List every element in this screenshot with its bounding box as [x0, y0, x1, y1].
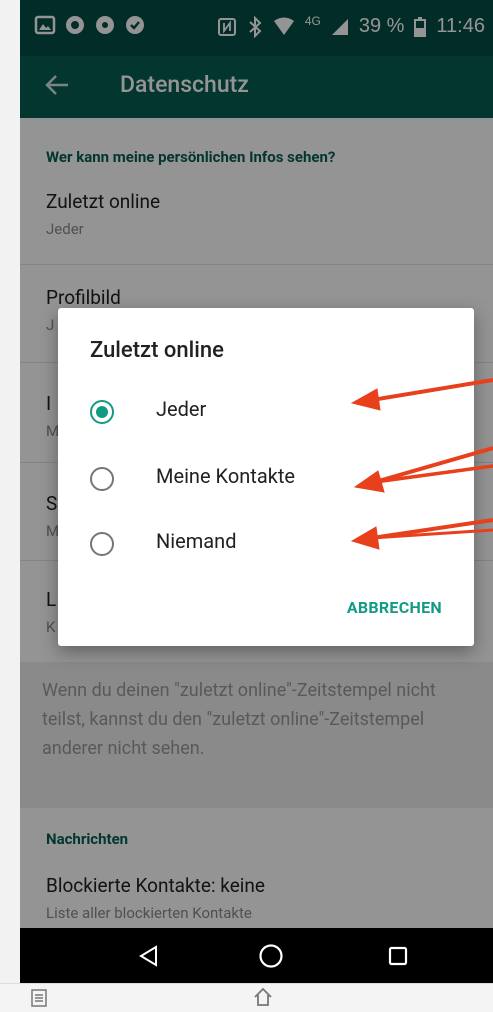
home-icon [254, 987, 272, 1006]
option-my-contacts[interactable]: Meine Kontakte [58, 450, 474, 506]
home-circle-icon[interactable] [241, 928, 301, 983]
cancel-button[interactable]: ABBRECHEN [347, 598, 442, 617]
radio-unchecked-icon[interactable] [90, 467, 114, 491]
option-label: Niemand [156, 529, 237, 553]
bottom-strip [0, 983, 493, 1012]
radio-checked-icon[interactable] [90, 400, 114, 424]
option-nobody[interactable]: Niemand [58, 515, 474, 571]
option-everyone[interactable]: Jeder [58, 383, 474, 439]
option-label: Meine Kontakte [156, 464, 295, 488]
last-seen-dialog: Zuletzt online Jeder Meine Kontakte Niem… [58, 308, 474, 646]
dialog-title: Zuletzt online [90, 338, 224, 363]
option-label: Jeder [156, 397, 207, 421]
phone-screen: 4G 39 % 11:46 Datenschutz Wer kann meine… [20, 0, 493, 983]
nav-bar [20, 928, 493, 983]
recents-square-icon[interactable] [368, 928, 428, 983]
radio-unchecked-icon[interactable] [90, 532, 114, 556]
back-triangle-icon[interactable] [119, 928, 179, 983]
document-icon [31, 989, 47, 1007]
